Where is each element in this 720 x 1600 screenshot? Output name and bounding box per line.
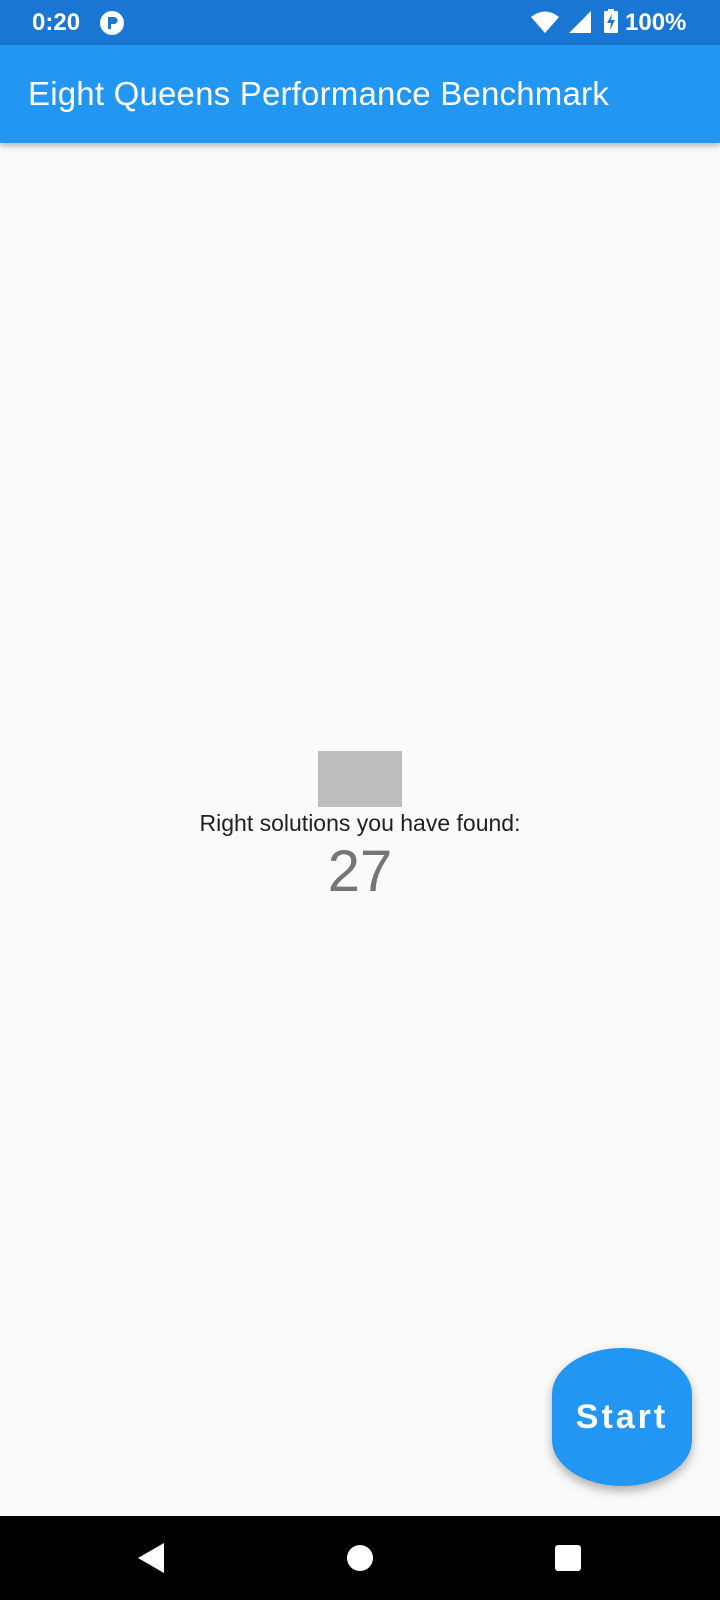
- app-notification-icon: [100, 11, 124, 35]
- app-bar: Eight Queens Performance Benchmark: [0, 45, 720, 143]
- recents-icon[interactable]: [555, 1545, 581, 1571]
- battery-charging-icon: [604, 9, 618, 33]
- status-time: 0:20: [32, 9, 81, 36]
- home-icon[interactable]: [347, 1545, 373, 1571]
- navigation-bar: [0, 1516, 720, 1600]
- solutions-count: 27: [327, 839, 393, 904]
- battery-percent: 100%: [625, 9, 687, 36]
- signal-icon: [569, 11, 591, 33]
- results-panel: Right solutions you have found: 27: [0, 751, 720, 903]
- start-button[interactable]: Start: [552, 1348, 692, 1486]
- status-bar: 0:20 100%: [0, 0, 720, 45]
- back-icon[interactable]: [138, 1543, 164, 1573]
- app-title: Eight Queens Performance Benchmark: [28, 75, 609, 112]
- solutions-label: Right solutions you have found:: [199, 810, 521, 836]
- wifi-icon: [531, 11, 559, 33]
- image-placeholder: [318, 751, 402, 807]
